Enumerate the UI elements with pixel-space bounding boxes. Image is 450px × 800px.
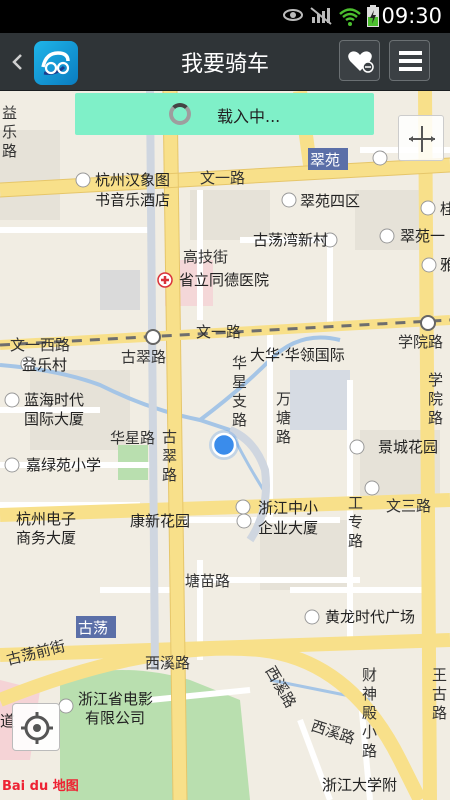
poi-label: 雅 [440,256,450,274]
road-label: 路 [432,704,447,722]
road-label: 路 [362,742,377,760]
station-marker [145,329,161,345]
map-view[interactable]: 文一路 文一西路 文一路 翠苑 古翠路 古 翠 路 华星路 华 星 支 路 万 … [0,91,450,800]
loading-banner: 载入中... [75,93,374,135]
road-label: 古翠路 [121,348,166,366]
road-label: 路 [2,142,17,160]
poi-label: 景城花园 [378,438,438,456]
map-block-gray [290,370,350,430]
menu-icon [399,51,422,71]
expand-map-button[interactable] [398,115,444,161]
locate-target-icon [21,712,53,744]
favorite-button[interactable] [339,40,380,81]
favorite-heart-icon [348,51,374,73]
road-label: 高技街 [183,248,228,266]
station-marker [420,315,436,331]
road-label: 文三路 [386,497,431,515]
road-label: 路 [162,466,177,484]
road-label: 学院路 [398,333,443,351]
wifi-icon [339,8,361,26]
road-label: 小 [362,723,377,741]
poi-label: 大华·华领国际 [250,346,345,364]
poi-label: 翠苑一 [400,227,445,245]
poi-label: 杭州电子 [16,510,76,528]
status-time: 09:30 [381,4,442,28]
poi-label: 蓝海时代 [24,391,84,409]
poi-label: 浙江省电影 [78,690,153,708]
map-block-gray [100,270,140,310]
road-label: 翠苑 [310,151,340,169]
road-label: 专 [348,513,363,531]
title-bar: 我要骑车 [0,33,450,91]
road-label: 文一路 [200,169,245,187]
poi-label: 浙江大学附 [322,776,397,794]
current-location-marker[interactable] [211,432,237,458]
locate-button[interactable] [12,703,60,751]
road-label: 路 [428,409,443,427]
road-label: 王 [432,666,447,684]
poi-label: 康新花园 [130,512,190,530]
road-label: 翠 [162,447,177,465]
road-label: 乐 [2,123,17,141]
road-label: 古荡 [78,619,108,637]
road-label: 万 [276,390,291,408]
road-label: 文一路 [196,323,241,341]
poi-label: 古荡湾新村 [253,231,328,249]
loading-text: 载入中... [217,107,281,126]
poi-label: 益乐村 [22,356,67,374]
road-label: 工 [348,494,363,512]
road-label: 路 [348,532,363,550]
loading-spinner-icon [169,103,191,125]
poi-label: 企业大厦 [258,519,318,537]
road-label: 院 [428,390,443,408]
road-label: 学 [428,371,443,389]
road-label: 华 [232,354,247,372]
road-label: 古 [432,685,447,703]
poi-label: 国际大厦 [24,410,84,428]
status-bar: 09:30 [0,0,450,33]
road-label: 文一西路 [10,336,70,354]
road-label: 路 [232,411,247,429]
chevron-left-icon [12,54,22,70]
back-button[interactable] [10,45,30,79]
road-label: 塘 [276,409,291,427]
road-label: 益 [2,104,17,122]
road-label: 财 [362,666,377,684]
app-root: 09:30 我要骑车 载入中... 文一路 文一西路 文一路 翠苑 古翠路 古 … [0,0,450,800]
road-label: 塘苗路 [185,572,230,590]
poi-label: 翠苑四区 [300,192,360,210]
poi-label: 浙江中小 [258,499,318,517]
road-label: 西溪路 [145,654,190,672]
battery-charging-icon [367,5,379,27]
poi-label: 省立同德医院 [179,271,269,289]
poi-label: 黄龙时代广场 [325,608,415,626]
eye-icon [283,9,303,21]
road-label: 路 [276,428,291,446]
road-label: 支 [232,392,247,410]
poi-label: 书音乐酒店 [95,191,170,209]
road-label: 神 [362,685,377,703]
poi-label: 桂 [440,200,450,218]
signal-muted-icon [310,7,332,25]
poi-label: 杭州汉象图 [95,171,170,189]
poi-label: 嘉绿苑小学 [26,456,101,474]
road-label: 星 [232,373,247,391]
road-label: 殿 [362,704,377,722]
poi-label: 有限公司 [85,709,145,727]
poi-label: 商务大厦 [16,529,76,547]
expand-arrows-icon [409,126,435,152]
road-label: 古 [162,428,177,446]
baidu-map-logo: Bai du 地图 [2,779,79,794]
app-logo-icon[interactable] [34,41,78,85]
road-label: 华星路 [110,429,155,447]
menu-button[interactable] [389,40,430,81]
